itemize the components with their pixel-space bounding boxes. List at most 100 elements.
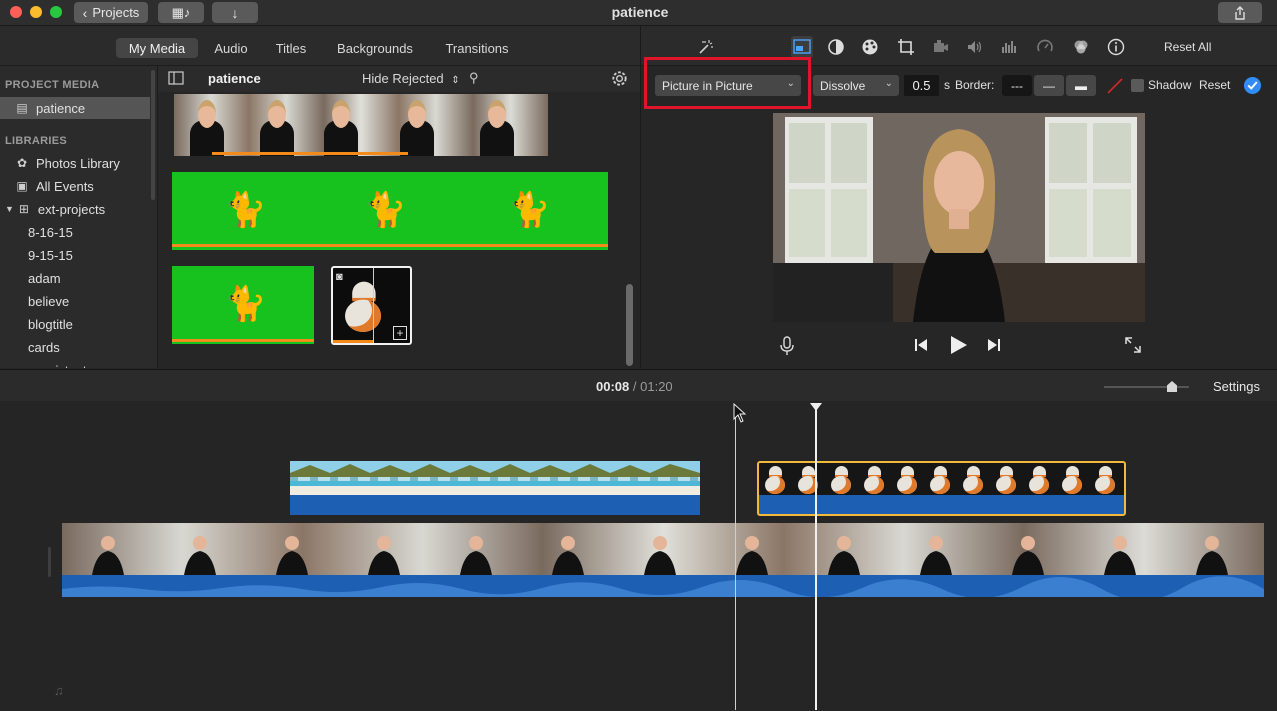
microphone-icon[interactable]: [779, 336, 795, 361]
media-clip-person[interactable]: [174, 94, 548, 156]
media-clip-bb8-photo[interactable]: ◙ +: [331, 266, 412, 345]
sidebar-toggle-icon[interactable]: [168, 71, 184, 90]
reset-all-button[interactable]: Reset All: [1164, 40, 1211, 54]
timeline-header: 00:08 / 01:20 Settings: [0, 369, 1277, 401]
media-browser: patience Hide Rejected ⇕ ⚲ 🐈 🐈 🐈 🐈 ◙ +: [158, 66, 640, 368]
media-clip-green-cat-short[interactable]: 🐈: [172, 266, 314, 344]
tab-audio[interactable]: Audio: [206, 38, 256, 58]
media-clip-green-screen-cat[interactable]: 🐈 🐈 🐈: [172, 172, 608, 250]
play-icon[interactable]: [947, 334, 969, 361]
share-icon: [1235, 5, 1245, 20]
project-media-header: PROJECT MEDIA: [5, 79, 100, 91]
sidebar-item-event[interactable]: 8-16-15: [0, 221, 150, 243]
border-color-swatch[interactable]: [1105, 76, 1125, 101]
arrow-down-icon: ↓: [231, 4, 239, 21]
browser-library-label: patience: [208, 71, 261, 86]
libraries-header: LIBRARIES: [5, 135, 67, 147]
playhead-handle[interactable]: [810, 403, 822, 411]
speed-gauge-icon[interactable]: [1034, 36, 1056, 58]
disclosure-triangle-icon: ▼: [5, 204, 14, 214]
minimize-window-button[interactable]: [30, 6, 42, 18]
grid-library-icon: ⊞: [18, 202, 29, 216]
tab-transitions[interactable]: Transitions: [438, 38, 516, 58]
skimmer-line: [735, 405, 736, 710]
photos-flower-icon: ✿: [16, 156, 28, 170]
shadow-label: Shadow: [1148, 78, 1192, 92]
person-thumbnails: [92, 536, 1228, 575]
sidebar-item-event[interactable]: consistent: [0, 359, 150, 369]
playhead[interactable]: [815, 405, 817, 710]
sidebar-item-ext-projects[interactable]: ▼ ⊞ ext-projects: [0, 198, 150, 220]
info-icon[interactable]: [1105, 36, 1127, 58]
media-tab-bar: My Media Audio Titles Backgrounds Transi…: [0, 26, 640, 66]
import-button[interactable]: ↓: [212, 2, 258, 23]
stabilization-camera-icon[interactable]: [930, 36, 952, 58]
chevron-down-icon: ⌄: [884, 78, 893, 89]
film-icon: ▤: [16, 101, 28, 115]
border-thick-button[interactable]: ▬: [1066, 75, 1096, 96]
timeline: ♫: [0, 401, 1277, 711]
cat-icon: 🐈: [224, 285, 267, 323]
crop-icon[interactable]: [895, 36, 917, 58]
zoom-window-button[interactable]: [50, 6, 62, 18]
media-import-button[interactable]: ▦♪: [158, 2, 204, 23]
sidebar-item-event[interactable]: cards: [0, 336, 150, 358]
overlay-clip-beach-audio[interactable]: [290, 495, 700, 515]
magic-wand-icon[interactable]: [695, 36, 717, 58]
filter-select[interactable]: Hide Rejected ⇕: [362, 71, 460, 86]
video-preview[interactable]: [773, 113, 1145, 322]
tab-titles[interactable]: Titles: [268, 38, 314, 58]
close-window-button[interactable]: [10, 6, 22, 18]
sidebar-item-all-events[interactable]: ▣ All Events: [0, 175, 150, 197]
skip-back-icon[interactable]: [913, 337, 929, 358]
sidebar-item-event[interactable]: believe: [0, 290, 150, 312]
add-plus-icon[interactable]: +: [393, 326, 407, 340]
border-thin-button[interactable]: —: [1034, 75, 1064, 96]
projects-back-button[interactable]: ‹ Projects: [74, 2, 148, 23]
cat-icon: 🐈: [364, 191, 407, 229]
current-time: 00:08: [596, 379, 630, 394]
search-field: ⚲: [464, 68, 602, 89]
primary-clip-audio[interactable]: [62, 575, 1264, 601]
sidebar-item-event[interactable]: adam: [0, 267, 150, 289]
sidebar-item-event[interactable]: 9-15-15: [0, 244, 150, 266]
overlay-clip-beach[interactable]: [290, 461, 700, 495]
overlay-clip-bb8-selected[interactable]: [757, 461, 1126, 516]
beach-thumbnails: [290, 461, 700, 495]
duration-input[interactable]: 0.5: [904, 75, 939, 96]
zoom-slider-knob[interactable]: [1167, 381, 1177, 392]
timeline-settings-button[interactable]: Settings: [1213, 379, 1260, 394]
title-bar: ‹ Projects ▦♪ ↓ patience: [0, 0, 1277, 26]
color-balance-icon[interactable]: [825, 36, 847, 58]
tab-my-media[interactable]: My Media: [116, 38, 198, 58]
color-palette-icon[interactable]: [859, 36, 881, 58]
video-overlay-icon[interactable]: [791, 36, 813, 58]
sidebar-scrollbar[interactable]: [151, 70, 155, 200]
tab-backgrounds[interactable]: Backgrounds: [330, 38, 420, 58]
libraries-sidebar: PROJECT MEDIA ▤ patience LIBRARIES ✿ Pho…: [0, 66, 158, 368]
browser-scrollbar[interactable]: [626, 284, 633, 366]
clip-filter-icon[interactable]: [1070, 36, 1092, 58]
skip-forward-icon[interactable]: [986, 337, 1002, 358]
window-title: patience: [611, 4, 669, 20]
track-resize-handle[interactable]: [48, 547, 51, 577]
border-none-button[interactable]: ---: [1002, 75, 1032, 96]
sidebar-item-event[interactable]: blogtitle: [0, 313, 150, 335]
sidebar-item-photos-library[interactable]: ✿ Photos Library: [0, 152, 150, 174]
updown-chevron-icon: ⇕: [451, 75, 460, 86]
primary-clip-person[interactable]: [62, 523, 1264, 575]
share-button[interactable]: [1218, 2, 1262, 23]
highlight-box: [644, 57, 811, 109]
apply-checkmark-icon[interactable]: [1243, 76, 1262, 100]
star-box-icon: ▣: [16, 179, 28, 193]
fullscreen-icon[interactable]: [1124, 336, 1142, 359]
sidebar-item-patience[interactable]: ▤ patience: [0, 97, 150, 119]
reset-button[interactable]: Reset: [1199, 78, 1230, 92]
chevron-left-icon: ‹: [82, 4, 88, 21]
gear-icon[interactable]: [610, 69, 629, 93]
volume-icon[interactable]: [964, 36, 986, 58]
equalizer-icon[interactable]: [999, 36, 1021, 58]
total-time: 01:20: [640, 379, 673, 394]
shadow-checkbox[interactable]: [1131, 79, 1144, 92]
transition-select[interactable]: Dissolve ⌄: [813, 75, 899, 96]
